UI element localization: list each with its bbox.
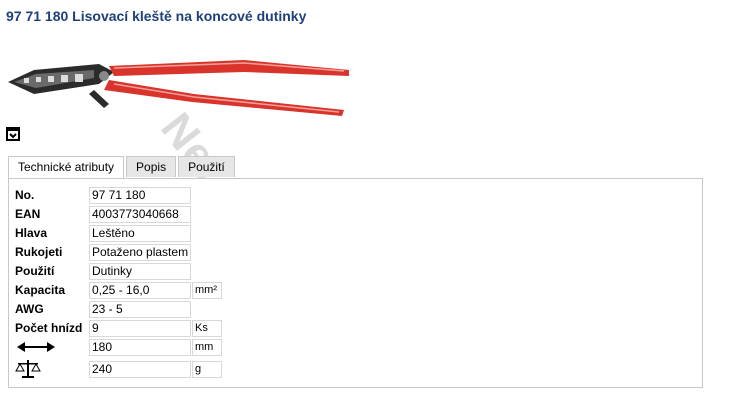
tab-description[interactable]: Popis: [126, 156, 177, 177]
attribute-value: Dutinky: [89, 263, 191, 280]
attribute-label: AWG: [15, 302, 44, 316]
attribute-label: Rukojeti: [15, 245, 63, 259]
attribute-label: Kapacita: [15, 283, 66, 297]
attribute-label: No.: [15, 188, 35, 202]
attribute-label: EAN: [15, 207, 41, 221]
page-title: 97 71 180 Lisovací kleště na koncové dut…: [6, 8, 307, 24]
attribute-value: 4003773040668: [89, 206, 191, 223]
attribute-value: 240: [89, 361, 191, 378]
tab-technical-attributes[interactable]: Technické atributy: [8, 156, 125, 179]
attribute-value: 23 - 5: [89, 301, 191, 318]
attribute-value: 180: [89, 339, 191, 356]
tab-usage[interactable]: Použití: [178, 156, 235, 177]
attribute-unit: Ks: [192, 320, 222, 337]
print-icon[interactable]: [5, 126, 21, 142]
attribute-label: Použití: [15, 264, 55, 278]
attributes-panel: No. 97 71 180 EAN 4003773040668 Hlava Le…: [8, 178, 703, 388]
pliers-image: [8, 60, 349, 116]
attribute-unit: mm²: [192, 282, 222, 299]
attribute-value: 97 71 180: [89, 187, 191, 204]
tab-bar: Technické atributy Popis Použití: [8, 156, 237, 179]
attribute-label: Hlava: [15, 226, 48, 240]
attribute-value: Potaženo plastem: [89, 244, 191, 261]
scale-weight-icon: [15, 360, 41, 378]
length-arrows-icon: [17, 342, 55, 352]
attribute-value: 9: [89, 320, 191, 337]
attribute-label: Počet hnízd: [15, 321, 83, 335]
attribute-value: 0,25 - 16,0: [89, 282, 191, 299]
attribute-unit: g: [192, 361, 222, 378]
attribute-unit: mm: [192, 339, 222, 356]
attribute-value: Leštěno: [89, 225, 191, 242]
